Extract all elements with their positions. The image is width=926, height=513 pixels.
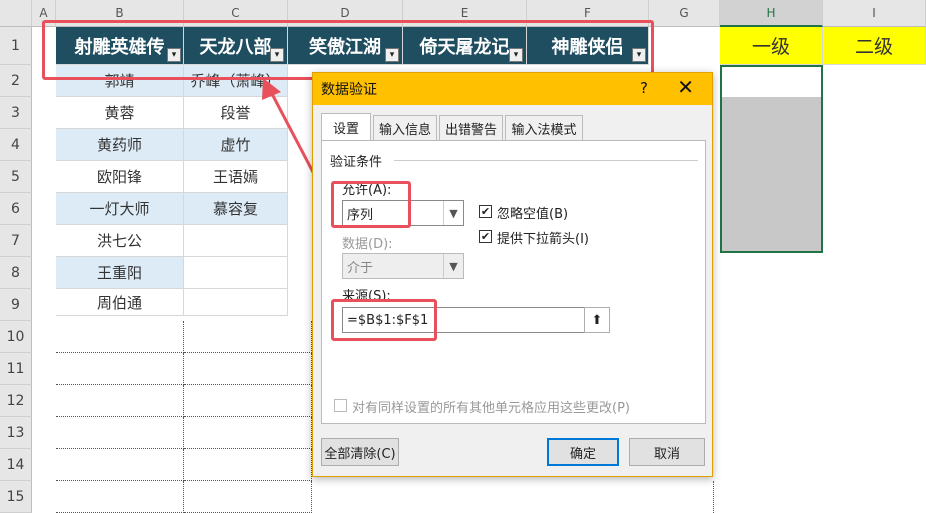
- dialog-titlebar[interactable]: 数据验证 ? ✕: [313, 73, 712, 105]
- range-picker-button[interactable]: ⬆: [584, 307, 610, 333]
- source-label: 来源(S):: [342, 289, 391, 304]
- source-input-value: =$B$1:$F$1: [347, 312, 429, 328]
- help-icon[interactable]: ?: [640, 79, 648, 97]
- apply-all-checkbox[interactable]: [334, 399, 347, 412]
- data-select-value: 介于: [347, 260, 374, 276]
- tab-ime-mode[interactable]: 输入法模式: [505, 115, 583, 141]
- chevron-down-icon: ▼: [443, 201, 463, 225]
- allow-label: 允许(A):: [342, 183, 392, 198]
- source-input[interactable]: =$B$1:$F$1: [342, 307, 610, 333]
- cancel-button[interactable]: 取消: [629, 438, 705, 466]
- ignore-blank-checkbox[interactable]: ✔: [479, 205, 492, 218]
- data-select: 介于 ▼: [342, 253, 464, 279]
- dropdown-arrow-checkbox[interactable]: ✔: [479, 230, 492, 243]
- close-icon[interactable]: ✕: [677, 75, 694, 99]
- allow-select[interactable]: 序列 ▼: [342, 200, 464, 226]
- tab-settings[interactable]: 设置: [321, 113, 371, 141]
- tab-input-message[interactable]: 输入信息: [373, 115, 437, 141]
- ok-button[interactable]: 确定: [547, 438, 619, 466]
- dropdown-arrow-label: 提供下拉箭头(I): [497, 232, 589, 247]
- tab-error-alert[interactable]: 出错警告: [439, 115, 503, 141]
- section-title: 验证条件: [330, 155, 383, 170]
- spreadsheet: A B C D E F G H I 1 2 3 4 5 6 7 8 9 10 1…: [0, 0, 926, 513]
- allow-select-value: 序列: [347, 207, 374, 223]
- ignore-blank-label: 忽略空值(B): [497, 207, 569, 222]
- clear-all-button[interactable]: 全部清除(C): [321, 438, 399, 466]
- settings-panel: 验证条件 允许(A): 序列 ▼ ✔ 忽略空值(B) ✔ 提供下拉箭头(I) 数…: [321, 140, 706, 424]
- section-divider: [394, 160, 698, 161]
- collapse-dialog-icon: ⬆: [591, 312, 603, 328]
- dialog-title: 数据验证: [321, 82, 377, 98]
- data-validation-dialog: 数据验证 ? ✕ 设置 输入信息 出错警告 输入法模式 验证条件 允许(A): …: [312, 72, 713, 477]
- chevron-down-icon: ▼: [443, 254, 463, 278]
- data-label: 数据(D):: [342, 237, 393, 252]
- apply-all-label: 对有同样设置的所有其他单元格应用这些更改(P): [352, 401, 630, 416]
